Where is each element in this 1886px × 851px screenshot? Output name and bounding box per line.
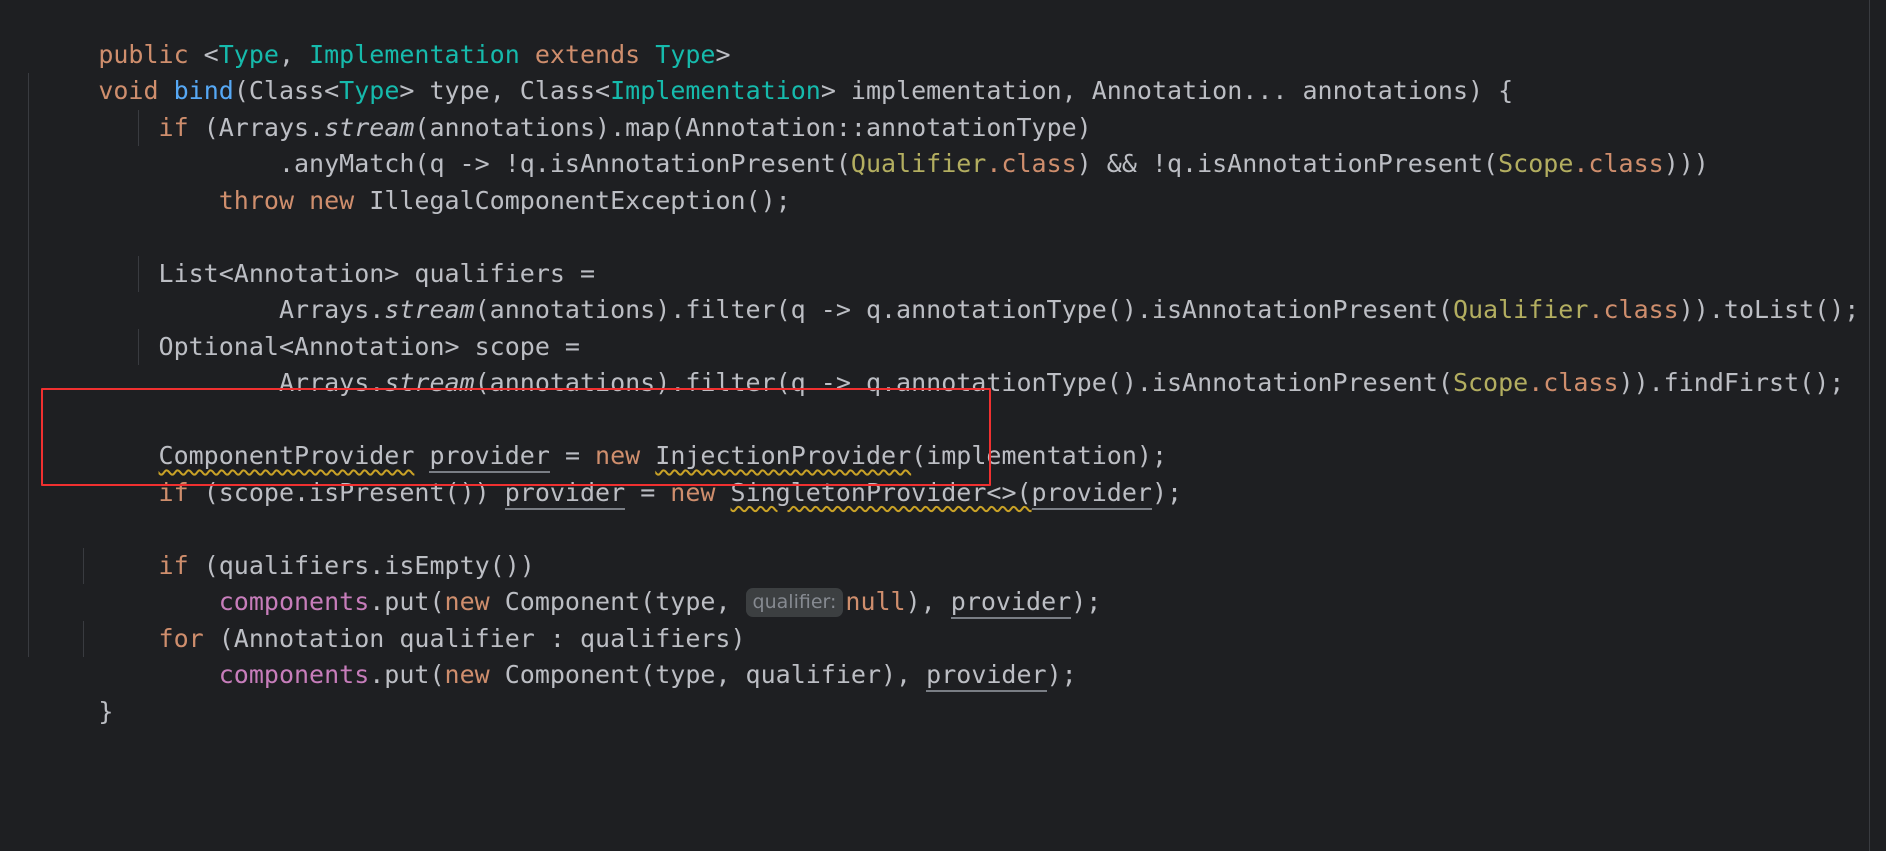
code-line[interactable]: Arrays.stream(annotations).filter(q -> q… — [0, 328, 1886, 397]
indent-guide — [28, 73, 29, 110]
code-line[interactable]: Optional<Annotation> scope = — [0, 292, 1886, 361]
indent-guide — [28, 328, 29, 365]
code-line[interactable]: ComponentProvider provider = new Injecti… — [0, 401, 1886, 473]
code-editor-view[interactable]: public <Type, Implementation extends Typ… — [0, 0, 1886, 851]
indent-guide — [138, 328, 139, 365]
code-line[interactable] — [0, 474, 1886, 511]
code-line[interactable]: if (Arrays.stream(annotations).map(Annot… — [0, 73, 1886, 142]
code-line[interactable]: for (Annotation qualifier : qualifiers) — [0, 584, 1886, 653]
indent-guide — [28, 365, 29, 402]
indent-guide — [28, 109, 29, 146]
code-line[interactable] — [0, 182, 1886, 219]
indent-guide — [28, 292, 29, 329]
indent-guide — [138, 109, 139, 146]
indent-guide — [28, 474, 29, 511]
code-line[interactable]: components.put(new Component(type, quali… — [0, 620, 1886, 692]
code-line[interactable]: if (scope.isPresent()) provider = new Si… — [0, 438, 1886, 510]
indent-guide — [28, 146, 29, 183]
indent-guide — [83, 547, 84, 584]
code-line[interactable]: .anyMatch(q -> !q.isAnnotationPresent(Qu… — [0, 109, 1886, 178]
indent-guide — [28, 255, 29, 292]
indent-guide — [28, 584, 29, 621]
token-punctuation: } — [98, 696, 114, 726]
code-line[interactable]: } — [0, 657, 1886, 726]
code-line[interactable]: components.put(new Component(type, quali… — [0, 547, 1886, 619]
indent-guide — [28, 182, 29, 219]
code-line[interactable]: void bind(Class<Type> type, Class<Implem… — [0, 37, 1886, 105]
code-line[interactable]: List<Annotation> qualifiers = — [0, 219, 1886, 288]
code-line[interactable]: throw new IllegalComponentException(); — [0, 146, 1886, 215]
code-line[interactable] — [0, 365, 1886, 402]
code-line[interactable]: public <Type, Implementation extends Typ… — [0, 0, 1886, 69]
indent-guide — [28, 219, 29, 256]
indent-guide — [138, 255, 139, 292]
indent-guide — [28, 547, 29, 584]
indent-guide — [28, 401, 29, 438]
indent-guide — [28, 511, 29, 548]
indent-guide — [28, 620, 29, 657]
code-line[interactable]: Arrays.stream(annotations).filter(q -> q… — [0, 255, 1886, 324]
code-line[interactable]: if (qualifiers.isEmpty()) — [0, 511, 1886, 580]
indent-guide — [28, 438, 29, 475]
indent-guide — [83, 620, 84, 657]
